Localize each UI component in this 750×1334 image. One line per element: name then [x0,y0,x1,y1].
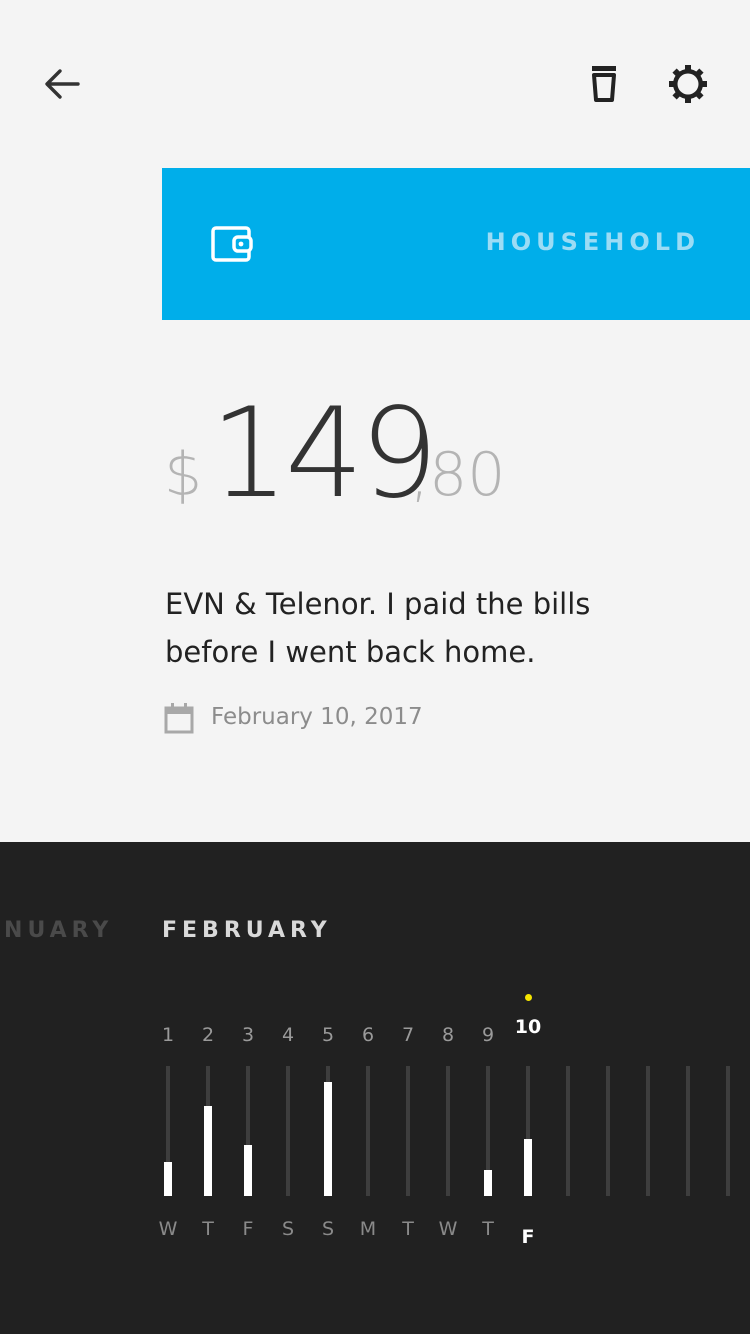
day-column[interactable]: 1W [148,842,188,1334]
day-column[interactable]: 4S [268,842,308,1334]
weekday-label: S [281,1218,295,1240]
day-number: 7 [401,1024,415,1046]
day-track [606,1066,610,1196]
day-spending-bar [524,1139,532,1196]
arrow-left-icon [45,69,80,99]
calendar-icon [164,703,194,734]
day-track [566,1066,570,1196]
day-column[interactable] [668,842,708,1334]
weekday-label: F [242,1218,254,1240]
day-number: 4 [281,1024,295,1046]
weekday-label: T [402,1218,414,1240]
day-column[interactable]: 3F [228,842,268,1334]
day-column[interactable] [588,842,628,1334]
wallet-icon [211,226,253,262]
expense-note: EVN & Telenor. I paid the bills before I… [165,587,591,669]
day-column[interactable]: 9T [468,842,508,1334]
amount-major: 149 [210,382,439,526]
category-card[interactable]: HOUSEHOLD [162,168,750,320]
day-track [446,1066,450,1196]
day-track [726,1066,730,1196]
weekday-label: M [359,1218,377,1240]
day-number: 3 [241,1024,255,1046]
day-spending-bar [204,1106,212,1196]
day-column[interactable] [548,842,588,1334]
day-track [286,1066,290,1196]
day-number: 9 [481,1024,495,1046]
weekday-label: F [521,1226,535,1248]
day-column[interactable]: 10 F [508,842,548,1334]
amount-currency: $ [164,440,203,510]
amount-minor: ,80 [410,440,506,510]
day-number: 5 [321,1024,335,1046]
day-column[interactable]: 2T [188,842,228,1334]
weekday-label: S [321,1218,335,1240]
weekday-label: W [158,1218,178,1240]
date-text: February 10, 2017 [211,704,423,730]
day-column[interactable]: 8W [428,842,468,1334]
day-column[interactable]: 7T [388,842,428,1334]
day-track [686,1066,690,1196]
day-track [366,1066,370,1196]
day-column[interactable] [628,842,668,1334]
day-number: 8 [441,1024,455,1046]
day-spending-bar [484,1170,492,1196]
settings-button[interactable] [666,62,710,106]
day-spending-bar [164,1162,172,1196]
weekday-label: T [482,1218,494,1240]
selected-day-indicator [525,994,532,1001]
day-track [646,1066,650,1196]
weekday-label: T [202,1218,214,1240]
month-tab-prev[interactable]: ANUARY [0,918,113,943]
back-button[interactable] [40,64,84,104]
day-number: 10 [514,1016,542,1038]
day-spending-bar [244,1145,252,1196]
day-spending-bar [324,1082,332,1196]
day-column[interactable]: 5S [308,842,348,1334]
month-timeline: ANUARY FEBRUARY 1W2T3F4S5S6M7T8W9T10F [0,842,750,1334]
weekday-label: W [438,1218,458,1240]
trash-icon [592,66,616,102]
day-column[interactable] [708,842,748,1334]
gear-icon [669,65,707,103]
day-track [406,1066,410,1196]
category-label: HOUSEHOLD [485,228,700,256]
delete-button[interactable] [584,62,624,106]
day-number: 2 [201,1024,215,1046]
day-number: 6 [361,1024,375,1046]
day-column[interactable]: 6M [348,842,388,1334]
day-number: 1 [161,1024,175,1046]
